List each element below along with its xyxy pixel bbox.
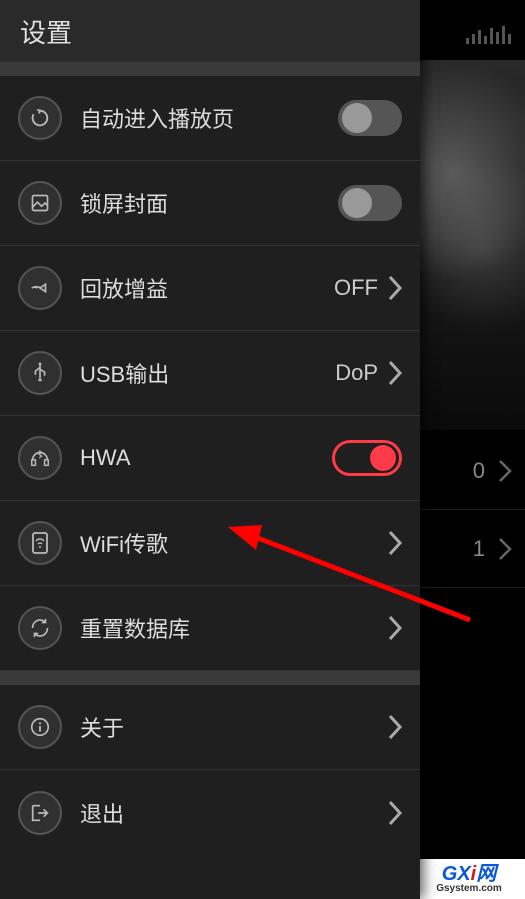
row-label: 重置数据库	[80, 612, 388, 644]
row-exit[interactable]: 退出	[0, 770, 420, 855]
chevron-right-icon	[388, 275, 402, 301]
row-label: 关于	[80, 711, 388, 743]
row-usb-output[interactable]: USB输出 DoP	[0, 331, 420, 416]
image-icon	[18, 181, 62, 225]
usb-icon	[18, 351, 62, 395]
chevron-right-icon	[499, 538, 511, 560]
section-divider	[0, 671, 420, 685]
settings-panel: 设置 自动进入播放页 锁屏封面 回放增益 OFF	[0, 0, 420, 899]
row-label: 退出	[80, 797, 388, 829]
chevron-right-icon	[499, 460, 511, 482]
phone-wifi-icon	[18, 521, 62, 565]
refresh-icon	[18, 96, 62, 140]
row-value: DoP	[335, 360, 378, 386]
page-title: 设置	[20, 13, 72, 50]
toggle-switch[interactable]	[338, 185, 402, 221]
chevron-right-icon	[388, 800, 402, 826]
chevron-right-icon	[388, 360, 402, 386]
row-label: 锁屏封面	[80, 187, 338, 219]
row-label: 回放增益	[80, 272, 334, 304]
exit-icon	[18, 791, 62, 835]
row-count: 0	[473, 458, 485, 484]
background-strip: 0 1	[420, 0, 525, 899]
watermark-logo: GXi网 Gsystem.com	[413, 859, 525, 899]
bluetooth-headset-icon	[18, 436, 62, 480]
row-replay-gain[interactable]: 回放增益 OFF	[0, 246, 420, 331]
row-value: OFF	[334, 275, 378, 301]
row-label: WiFi传歌	[80, 527, 388, 559]
row-lockscreen-cover[interactable]: 锁屏封面	[0, 161, 420, 246]
chevron-right-icon	[388, 714, 402, 740]
row-label: HWA	[80, 445, 332, 471]
equalizer-icon	[466, 24, 511, 44]
sync-icon	[18, 606, 62, 650]
bg-list-row[interactable]: 1	[420, 510, 525, 588]
toggle-switch[interactable]	[338, 100, 402, 136]
row-auto-enter-player[interactable]: 自动进入播放页	[0, 76, 420, 161]
info-icon	[18, 705, 62, 749]
chevron-right-icon	[388, 615, 402, 641]
section-divider	[0, 62, 420, 76]
row-label: USB输出	[80, 357, 335, 389]
row-count: 1	[473, 536, 485, 562]
row-hwa[interactable]: HWA	[0, 416, 420, 501]
row-label: 自动进入播放页	[80, 102, 338, 134]
row-rebuild-database[interactable]: 重置数据库	[0, 586, 420, 671]
toggle-switch[interactable]	[332, 440, 402, 476]
row-about[interactable]: 关于	[0, 685, 420, 770]
concert-image	[420, 60, 525, 430]
row-wifi-transfer[interactable]: WiFi传歌	[0, 501, 420, 586]
waves-icon	[18, 266, 62, 310]
bg-list-row[interactable]: 0	[420, 432, 525, 510]
chevron-right-icon	[388, 530, 402, 556]
panel-header: 设置	[0, 0, 420, 62]
